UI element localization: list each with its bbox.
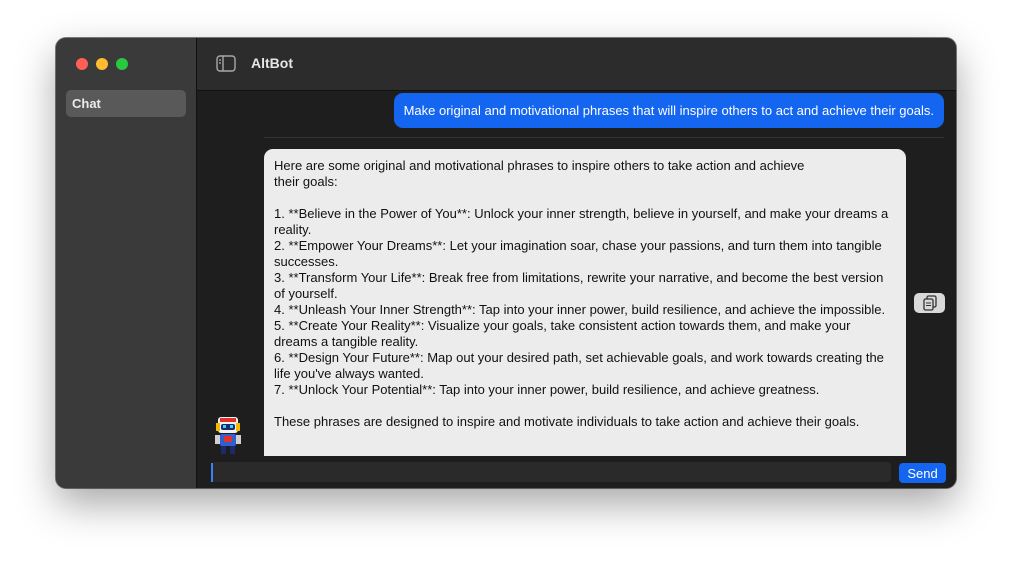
composer: Send [197,456,956,488]
zoom-window-button[interactable] [116,58,128,70]
title-bar: AltBot [197,38,956,91]
send-button[interactable]: Send [899,463,946,483]
copy-button[interactable] [914,293,945,313]
message-divider [264,137,944,138]
user-message-bubble: Make original and motivational phrases t… [393,93,944,128]
copy-icon [922,295,937,311]
chat-transcript[interactable]: Make original and motivational phrases t… [197,91,956,456]
robot-avatar [215,417,241,454]
sidebar-toggle-icon[interactable] [216,55,236,72]
text-caret [211,463,213,482]
sidebar-item-label: Chat [72,96,101,111]
app-window: Chat AltBot Make original and motivation… [56,38,956,488]
minimize-window-button[interactable] [96,58,108,70]
sidebar: Chat [56,38,197,488]
message-input[interactable] [211,462,891,482]
app-title: AltBot [251,55,293,71]
close-window-button[interactable] [76,58,88,70]
window-controls [76,58,128,70]
sidebar-item-chat[interactable]: Chat [66,90,186,117]
bot-message-bubble: Here are some original and motivational … [264,149,906,456]
